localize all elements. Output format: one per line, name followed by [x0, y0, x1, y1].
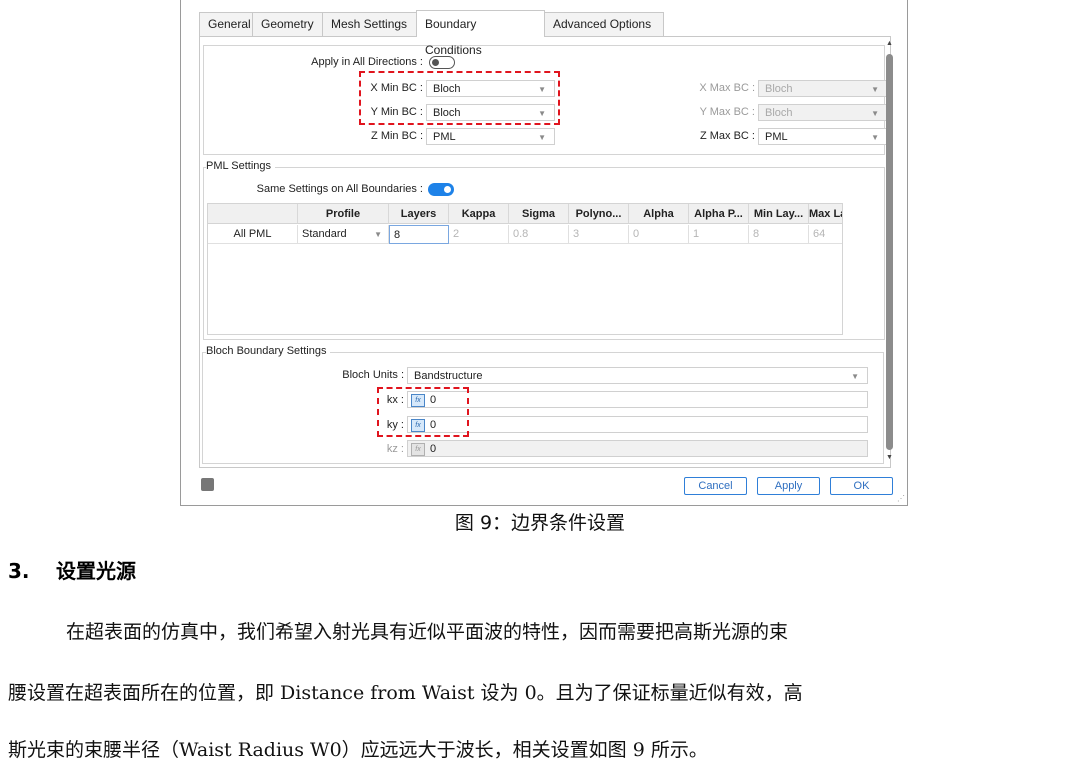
layers-cell[interactable]: 8 — [389, 225, 449, 244]
ok-button[interactable]: OK — [830, 477, 893, 495]
cancel-button[interactable]: Cancel — [684, 477, 747, 495]
table-header-alpha: Alpha — [629, 204, 689, 224]
ky-input[interactable]: fx 0 — [407, 416, 868, 433]
fx-icon: fx — [411, 443, 425, 456]
bloch-units-label: Bloch Units : — [342, 369, 404, 381]
pml-group-title: PML Settings — [206, 160, 276, 172]
ymax-bc-value: Bloch — [765, 107, 793, 119]
paragraph-line-3: 斯光束的束腰半径（Waist Radius W0）应远远大于波长，相关设置如图 … — [8, 739, 708, 761]
apply-all-label: Apply in All Directions : — [311, 56, 423, 68]
kappa-cell[interactable]: 2 — [449, 225, 509, 244]
scroll-down-icon[interactable]: ▼ — [886, 454, 893, 461]
chevron-down-icon: ▼ — [871, 133, 879, 142]
section-number: 3. — [8, 559, 30, 583]
tab-bar: General Geometry Mesh Settings Boundary … — [181, 0, 907, 57]
ymax-bc-label: Y Max BC : — [699, 106, 755, 118]
profile-select[interactable]: Standard ▼ — [298, 225, 389, 244]
paragraph-line-1: 在超表面的仿真中，我们希望入射光具有近似平面波的特性，因而需要把高斯光源的束 — [66, 621, 789, 643]
tab-mesh-settings[interactable]: Mesh Settings — [322, 12, 417, 36]
scroll-up-icon[interactable]: ▲ — [886, 40, 893, 47]
zmax-bc-label: Z Max BC : — [699, 130, 755, 142]
kz-input[interactable]: fx 0 — [407, 440, 868, 457]
sigma-cell[interactable]: 0.8 — [509, 225, 569, 244]
chevron-down-icon: ▼ — [538, 133, 546, 142]
alpha-cell[interactable]: 0 — [629, 225, 689, 244]
chevron-down-icon: ▼ — [871, 109, 879, 118]
section-heading: 3. 设置光源 — [8, 555, 136, 584]
ymax-bc-select[interactable]: Bloch ▼ — [758, 104, 888, 121]
table-header-polynomial: Polyno... — [569, 204, 629, 224]
polynomial-cell[interactable]: 3 — [569, 225, 629, 244]
kz-value: 0 — [430, 443, 437, 455]
table-header-layers: Layers — [389, 204, 449, 224]
max-layers-cell[interactable]: 64 — [809, 225, 842, 244]
tab-general[interactable]: General — [199, 12, 253, 36]
zmax-bc-value: PML — [765, 131, 788, 143]
table-header-profile: Profile — [298, 204, 389, 224]
pml-table: Profile Layers Kappa Sigma Polyno... Alp… — [207, 203, 843, 335]
bloch-units-value: Bandstructure — [414, 370, 483, 382]
vertical-scrollbar[interactable]: ▲ ▼ — [884, 38, 896, 466]
table-header-row-label — [208, 204, 298, 224]
chevron-down-icon: ▼ — [851, 372, 859, 381]
kx-input[interactable]: fx 0 — [407, 391, 868, 408]
pml-same-toggle[interactable] — [428, 183, 454, 196]
pml-same-label: Same Settings on All Boundaries : — [256, 183, 423, 195]
figure-caption: 图 9：边界条件设置 — [454, 512, 626, 534]
table-row-label: All PML — [208, 225, 298, 244]
section-title: 设置光源 — [56, 559, 136, 583]
table-header-min-layers: Min Lay... — [749, 204, 809, 224]
chevron-down-icon: ▼ — [871, 85, 879, 94]
bloch-group-title: Bloch Boundary Settings — [206, 345, 331, 357]
alpha-polynomial-cell[interactable]: 1 — [689, 225, 749, 244]
tab-geometry[interactable]: Geometry — [252, 12, 323, 36]
tab-advanced-options[interactable]: Advanced Options — [544, 12, 664, 36]
profile-value: Standard — [302, 228, 347, 240]
table-header-sigma: Sigma — [509, 204, 569, 224]
xmax-bc-value: Bloch — [765, 83, 793, 95]
apply-button[interactable]: Apply — [757, 477, 820, 495]
zmin-bc-label: Z Min BC : — [371, 130, 423, 142]
zmax-bc-select[interactable]: PML ▼ — [758, 128, 888, 145]
paragraph-line-2: 腰设置在超表面所在的位置，即 Distance from Waist 设为 0。… — [8, 682, 803, 704]
chevron-down-icon: ▼ — [374, 230, 382, 239]
table-header-kappa: Kappa — [449, 204, 509, 224]
kz-label: kz : — [386, 443, 404, 455]
zmin-bc-value: PML — [433, 131, 456, 143]
min-layers-cell[interactable]: 8 — [749, 225, 809, 244]
zmin-bc-select[interactable]: PML ▼ — [426, 128, 555, 145]
xmax-bc-label: X Max BC : — [699, 82, 755, 94]
highlight-kx-ky — [377, 387, 469, 437]
bloch-units-select[interactable]: Bandstructure ▼ — [407, 367, 868, 384]
tab-boundary-conditions[interactable]: Boundary Conditions — [416, 10, 545, 57]
scrollbar-thumb[interactable] — [886, 54, 893, 450]
table-header-alpha-polynomial: Alpha P... — [689, 204, 749, 224]
resize-grip-icon[interactable]: ⋰ — [897, 494, 905, 503]
toggle-knob — [444, 186, 451, 193]
simulation-settings-dialog: General Geometry Mesh Settings Boundary … — [180, 0, 908, 506]
highlight-min-bc — [359, 71, 560, 125]
table-header-max-layers: Max Lay... — [809, 204, 842, 224]
window-icon[interactable] — [201, 478, 214, 491]
xmax-bc-select[interactable]: Bloch ▼ — [758, 80, 888, 97]
